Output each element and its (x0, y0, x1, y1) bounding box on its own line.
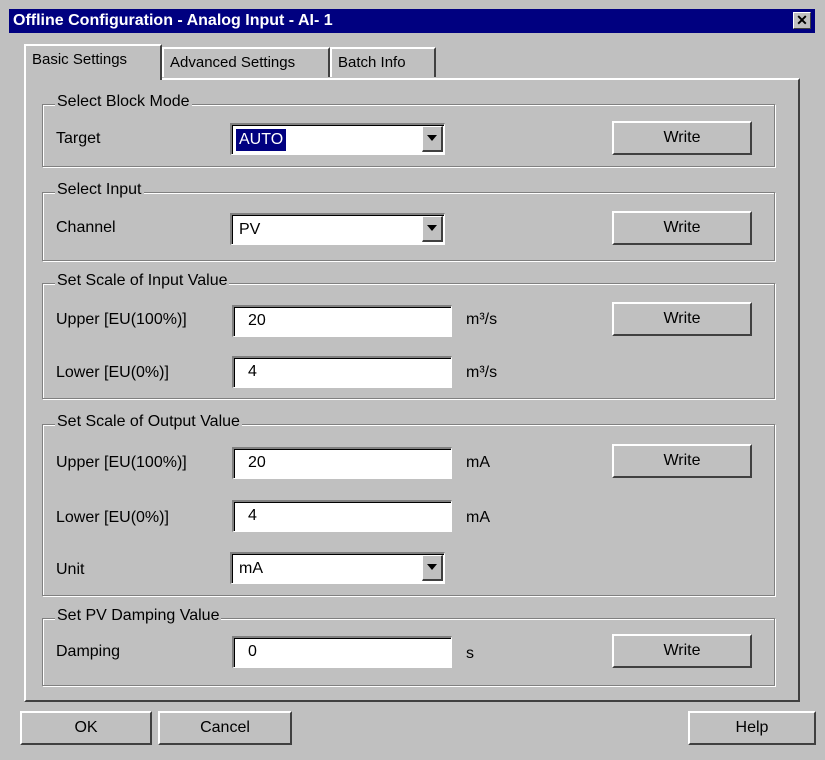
input-upper-field[interactable]: 20 (232, 305, 452, 337)
output-upper-field[interactable]: 20 (232, 447, 452, 479)
write-output-scale-button[interactable]: Write (612, 444, 752, 478)
close-icon[interactable]: ✕ (793, 12, 811, 29)
help-button[interactable]: Help (688, 711, 816, 745)
output-lower-label: Lower [EU(0%)] (56, 509, 169, 526)
input-upper-label: Upper [EU(100%)] (56, 311, 187, 328)
chevron-down-icon[interactable] (422, 555, 443, 581)
tab-batch-info[interactable]: Batch Info (330, 47, 436, 77)
tab-panel-basic-settings (24, 78, 800, 702)
channel-value: PV (239, 221, 261, 238)
channel-label: Channel (56, 219, 116, 236)
target-label: Target (56, 130, 101, 147)
unit-value: mA (239, 560, 263, 577)
chevron-down-icon[interactable] (422, 216, 443, 242)
write-input-button[interactable]: Write (612, 211, 752, 245)
target-value: AUTO (234, 128, 288, 152)
write-block-mode-button[interactable]: Write (612, 121, 752, 155)
output-lower-unit: mA (466, 509, 490, 526)
input-lower-label: Lower [EU(0%)] (56, 364, 169, 381)
output-upper-unit: mA (466, 454, 490, 471)
ok-button[interactable]: OK (20, 711, 152, 745)
input-lower-field[interactable]: 4 (232, 356, 452, 388)
output-lower-field[interactable]: 4 (232, 500, 452, 532)
damping-unit: s (466, 645, 474, 662)
input-upper-unit: m³/s (466, 311, 498, 328)
config-dialog: Offline Configuration - Analog Input - A… (0, 0, 825, 760)
cancel-button[interactable]: Cancel (158, 711, 292, 745)
damping-field[interactable]: 0 (232, 636, 452, 668)
input-lower-unit: m³/s (466, 364, 498, 381)
write-input-scale-button[interactable]: Write (612, 302, 752, 336)
channel-select[interactable]: PV (230, 213, 445, 245)
title-bar: Offline Configuration - Analog Input - A… (9, 9, 815, 33)
window-title: Offline Configuration - Analog Input - A… (13, 12, 333, 29)
target-select[interactable]: AUTO (230, 123, 445, 155)
tab-basic-settings[interactable]: Basic Settings (24, 44, 162, 80)
unit-select[interactable]: mA (230, 552, 445, 584)
output-upper-label: Upper [EU(100%)] (56, 454, 187, 471)
write-damping-button[interactable]: Write (612, 634, 752, 668)
damping-label: Damping (56, 643, 121, 660)
tab-advanced-settings[interactable]: Advanced Settings (162, 47, 330, 77)
unit-label: Unit (56, 561, 85, 578)
chevron-down-icon[interactable] (422, 126, 443, 152)
